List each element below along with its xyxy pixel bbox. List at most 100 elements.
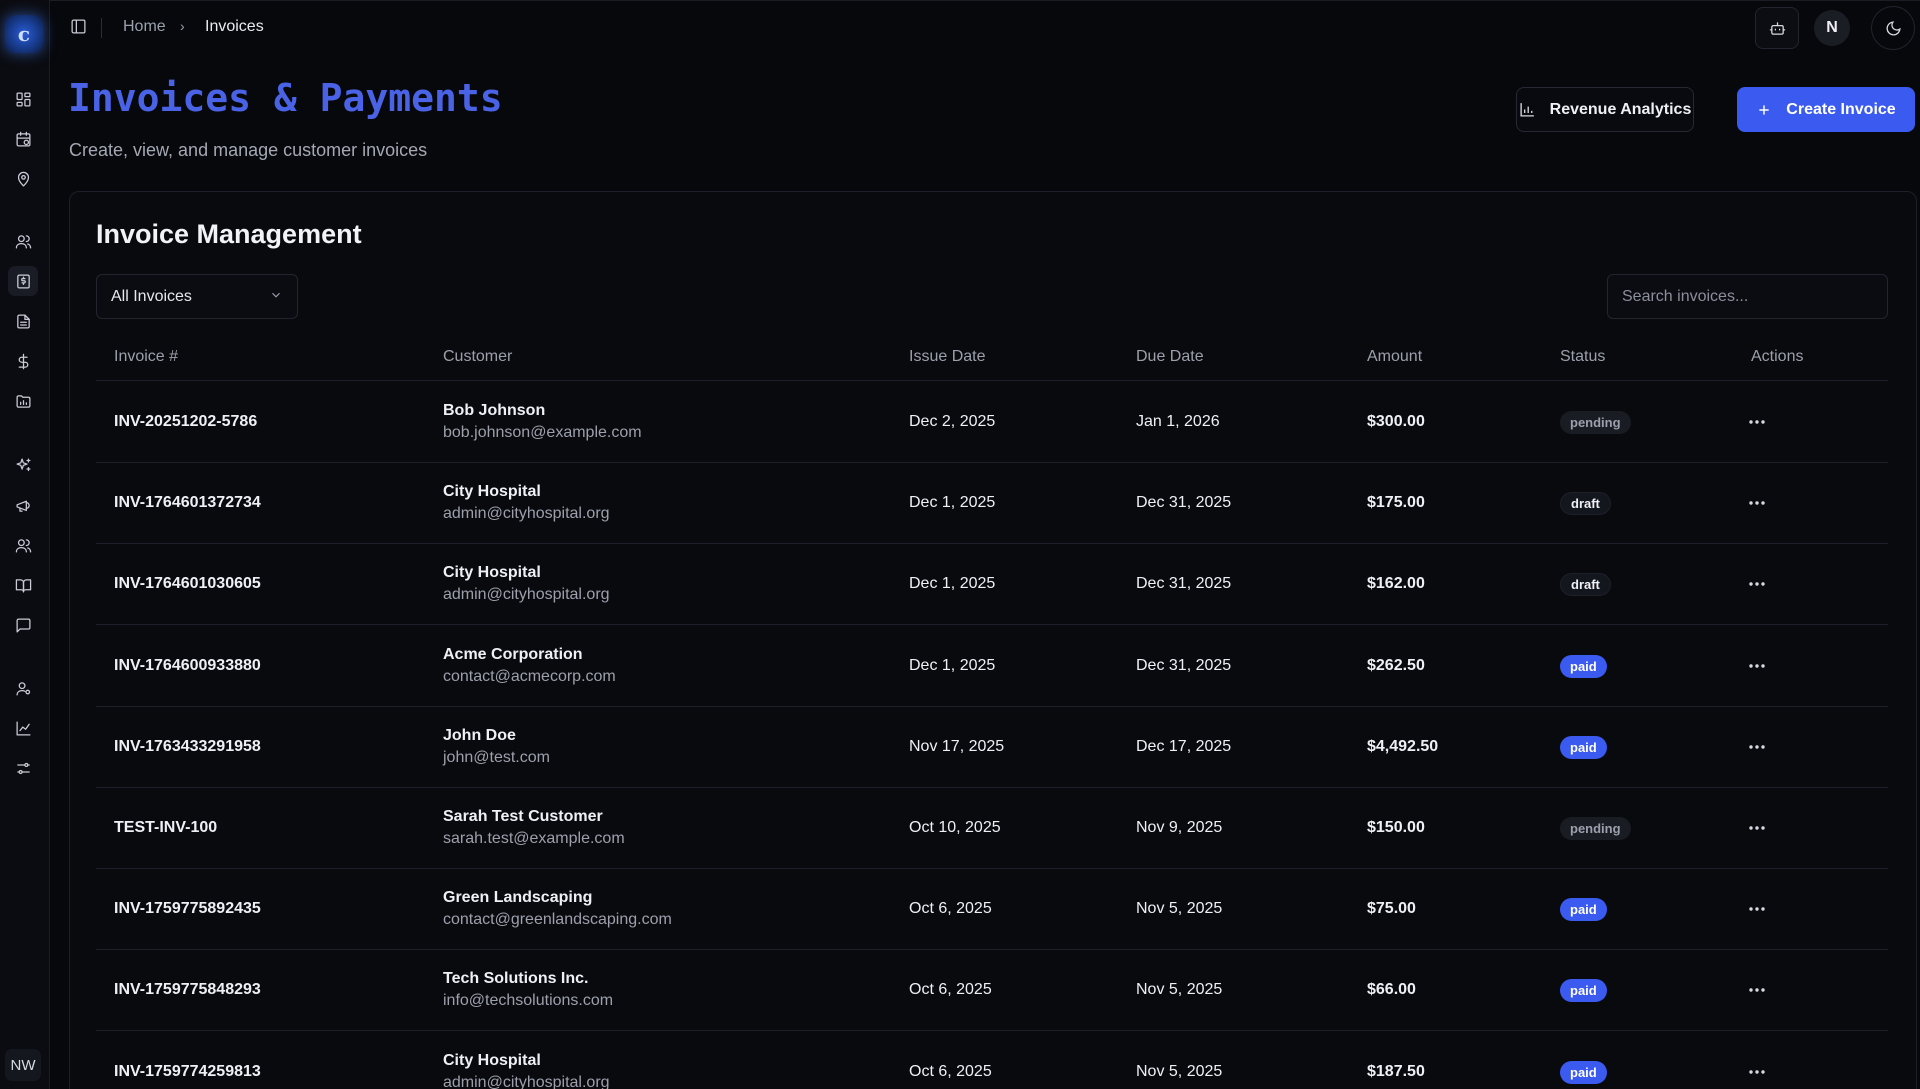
customer-name: City Hospital — [443, 564, 541, 582]
line-chart-icon[interactable] — [8, 713, 38, 743]
row-actions-button[interactable] — [1742, 569, 1772, 599]
dashboard-icon[interactable] — [8, 84, 38, 114]
team-icon[interactable] — [8, 530, 38, 560]
row-actions-button[interactable] — [1742, 975, 1772, 1005]
divider — [101, 18, 102, 38]
status-badge: paid — [1560, 898, 1607, 922]
customer-name: Sarah Test Customer — [443, 808, 603, 825]
column-header-actions: Actions — [1751, 348, 1804, 365]
row-actions-button[interactable] — [1742, 488, 1772, 518]
user-settings-icon[interactable] — [8, 673, 38, 703]
invoice-icon[interactable] — [8, 266, 38, 296]
invoice-number[interactable]: INV-1764601030605 — [114, 575, 261, 593]
invoice-number[interactable]: INV-1759775892435 — [114, 900, 261, 918]
app-logo[interactable]: c — [5, 15, 43, 53]
table-row[interactable]: INV-1759775848293 Tech Solutions Inc. info… — [96, 950, 1888, 1032]
search-input[interactable] — [1607, 274, 1888, 319]
sparkles-icon[interactable] — [8, 450, 38, 480]
row-actions-button[interactable] — [1742, 813, 1772, 843]
breadcrumb-home[interactable]: Home — [123, 18, 166, 36]
amount: $75.00 — [1367, 900, 1416, 918]
invoice-number[interactable]: INV-1759775848293 — [114, 981, 261, 999]
customer-name: Acme Corporation — [443, 645, 583, 663]
amount: $162.00 — [1367, 575, 1425, 593]
due-date: Dec 31, 2025 — [1136, 494, 1232, 512]
topbar: Home › Invoices N — [50, 0, 1920, 54]
more-horizontal-icon — [1749, 907, 1765, 911]
row-actions-button[interactable] — [1742, 651, 1772, 681]
status-badge: draft — [1560, 573, 1611, 597]
row-actions-button[interactable] — [1742, 407, 1772, 437]
bot-icon — [1769, 21, 1785, 35]
column-header-issue-date[interactable]: Issue Date — [909, 348, 985, 366]
chevron-right-icon: › — [180, 18, 185, 34]
column-header-amount[interactable]: Amount — [1367, 348, 1422, 366]
chevron-down-icon — [269, 288, 283, 307]
plus-icon — [1759, 104, 1769, 115]
table-row[interactable]: TEST-INV-100 Sarah Test Customer sarah.tes… — [96, 788, 1888, 869]
row-actions-button[interactable] — [1742, 1057, 1772, 1087]
book-icon[interactable] — [8, 570, 38, 600]
amount: $175.00 — [1367, 494, 1425, 512]
row-actions-button[interactable] — [1742, 894, 1772, 924]
calendar-clock-icon[interactable] — [8, 124, 38, 154]
customer-email: admin@cityhospital.org — [443, 505, 610, 523]
create-invoice-button[interactable]: Create Invoice — [1737, 87, 1915, 132]
invoice-number[interactable]: INV-1763433291958 — [114, 738, 261, 756]
column-header-invoice[interactable]: Invoice # — [114, 348, 178, 366]
invoice-number[interactable]: INV-20251202-5786 — [114, 413, 257, 431]
invoice-number[interactable]: INV-1764601372734 — [114, 494, 261, 512]
table-row[interactable]: INV-1759775892435 Green Landscaping contac… — [96, 869, 1888, 951]
table-row[interactable]: INV-1764601030605 City Hospital admin@city… — [96, 544, 1888, 626]
table-row[interactable]: INV-1764601372734 City Hospital admin@city… — [96, 463, 1888, 545]
revenue-analytics-button[interactable]: Revenue Analytics — [1516, 87, 1694, 132]
customer-name: Green Landscaping — [443, 889, 593, 907]
table-row[interactable]: INV-20251202-5786 Bob Johnson bob.johnson@… — [96, 382, 1888, 463]
due-date: Dec 31, 2025 — [1136, 575, 1232, 593]
avatar[interactable]: N — [1814, 10, 1850, 46]
assistant-bot-button[interactable] — [1755, 7, 1799, 49]
issue-date: Oct 6, 2025 — [909, 1062, 992, 1080]
document-icon[interactable] — [8, 306, 38, 336]
row-actions-button[interactable] — [1742, 732, 1772, 762]
issue-date: Oct 6, 2025 — [909, 981, 992, 999]
table-row[interactable]: INV-1763433291958 John Doe john@test.com No… — [96, 707, 1888, 788]
column-header-customer[interactable]: Customer — [443, 348, 512, 366]
megaphone-icon[interactable] — [8, 490, 38, 520]
revenue-analytics-label: Revenue Analytics — [1549, 100, 1692, 118]
folder-chart-icon[interactable] — [8, 386, 38, 416]
amount: $4,492.50 — [1367, 737, 1439, 755]
map-pin-icon[interactable] — [8, 164, 38, 194]
column-header-due-date[interactable]: Due Date — [1136, 348, 1204, 366]
dollar-icon[interactable] — [8, 346, 38, 376]
sliders-icon[interactable] — [8, 753, 38, 783]
theme-toggle-button[interactable] — [1871, 6, 1915, 50]
create-invoice-label: Create Invoice — [1786, 100, 1896, 118]
customer-name: Tech Solutions Inc. — [443, 970, 589, 988]
customer-email: john@test.com — [443, 748, 550, 766]
table-row[interactable]: INV-1764600933880 Acme Corporation contact… — [96, 626, 1888, 707]
status-badge: paid — [1560, 1060, 1607, 1084]
due-date: Jan 1, 2026 — [1136, 413, 1220, 430]
customer-email: sarah.test@example.com — [443, 830, 625, 847]
filter-value: All Invoices — [111, 287, 192, 305]
status-badge: pending — [1560, 411, 1631, 434]
invoice-number[interactable]: INV-1759774259813 — [114, 1063, 261, 1081]
issue-date: Dec 1, 2025 — [909, 575, 996, 593]
page-title: Invoices & Payments — [68, 76, 503, 120]
invoice-management-card: Invoice Management All Invoices Invoice … — [69, 191, 1917, 1089]
invoice-number[interactable]: INV-1764600933880 — [114, 657, 261, 675]
message-icon[interactable] — [8, 610, 38, 640]
sidebar-toggle-icon[interactable] — [70, 18, 90, 38]
users-icon[interactable] — [8, 226, 38, 256]
bar-chart-icon — [1520, 103, 1534, 117]
user-initials-badge[interactable]: NW — [5, 1049, 41, 1081]
table-header: Invoice # Customer Issue Date Due Date A… — [96, 333, 1888, 381]
logo-mark: c — [17, 22, 31, 46]
invoice-filter-select[interactable]: All Invoices — [96, 274, 298, 319]
amount: $187.50 — [1367, 1062, 1425, 1080]
due-date: Nov 5, 2025 — [1136, 1062, 1223, 1080]
invoice-number[interactable]: TEST-INV-100 — [114, 819, 217, 837]
more-horizontal-icon — [1749, 663, 1765, 668]
table-row[interactable]: INV-1759774259813 City Hospital admin@city… — [96, 1032, 1888, 1089]
